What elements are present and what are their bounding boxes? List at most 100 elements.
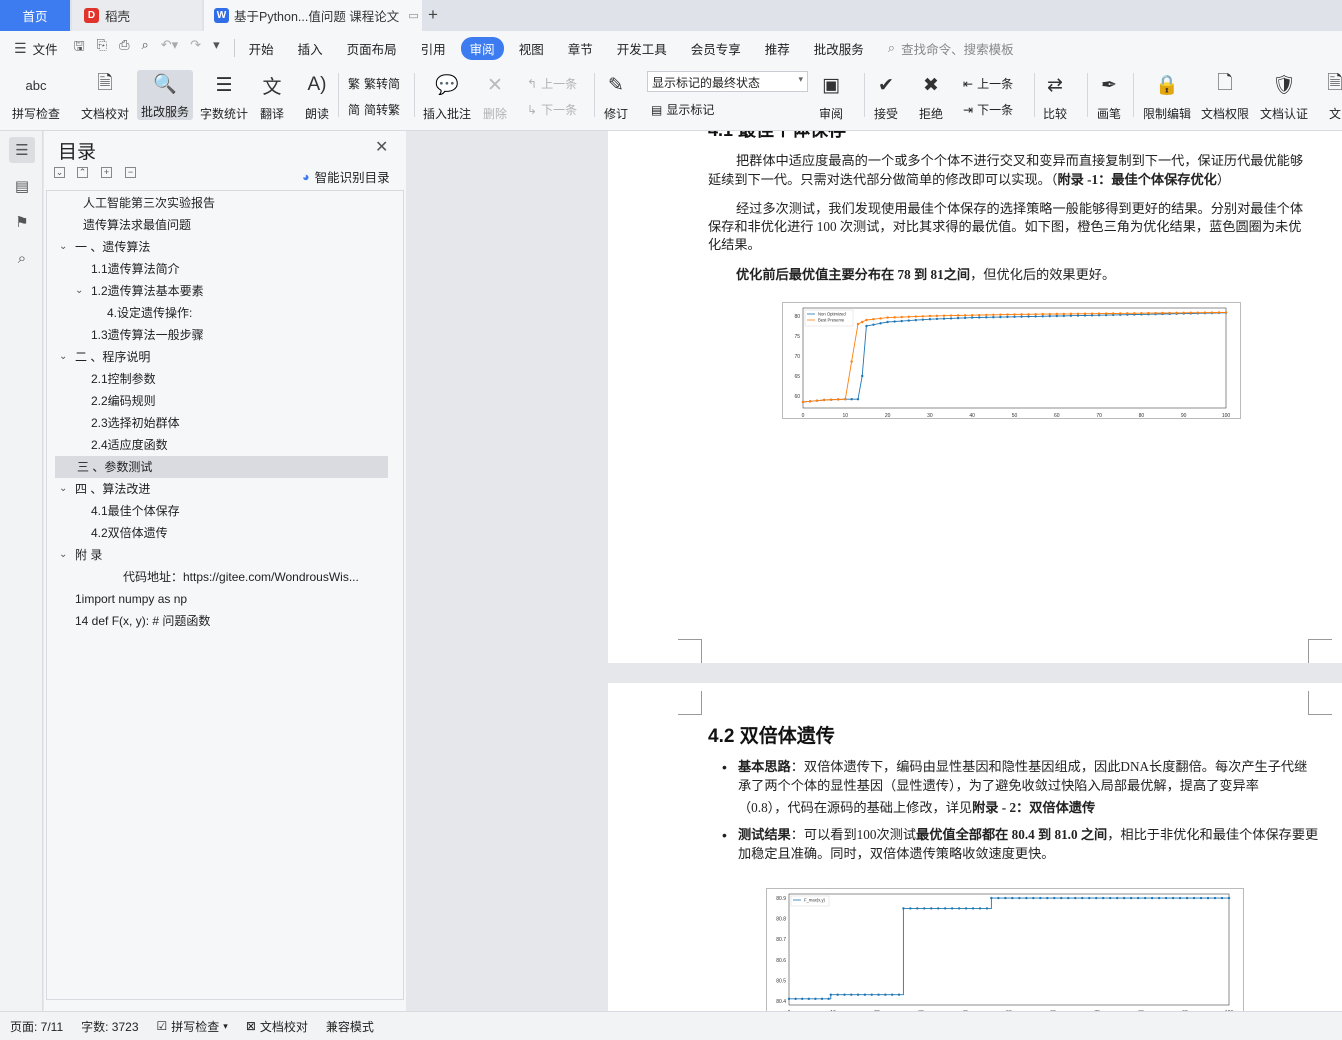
toc-item[interactable]: 代码地址：https://gitee.com/WondrousWis... (123, 566, 377, 588)
toc-item[interactable]: 4.设定遗传操作: (107, 302, 377, 324)
expand-chevron-icon[interactable]: ⌄ (59, 549, 67, 560)
toc-item[interactable]: 三 、参数测试 (55, 456, 388, 478)
collapse-all-icon[interactable]: ⌄ (54, 167, 65, 178)
tab-document[interactable]: W 基于Python...值问题 课程论文 ▭ (204, 0, 422, 31)
show-markup-button[interactable]: ▤ 显示标记 (651, 101, 714, 118)
restrict-editing-button[interactable]: 🔒 限制编辑 (1143, 71, 1191, 122)
insert-comment-button[interactable]: 💬 插入批注 (423, 71, 471, 122)
review-service-button[interactable]: 🔍 批改服务 (137, 70, 194, 120)
toc-item[interactable]: 14 def F(x, y): # 问题函数 (75, 610, 377, 632)
prev-change-button[interactable]: ⇤ 上一条 (963, 75, 1013, 92)
save-icon[interactable]: 🖫 (74, 37, 85, 59)
toc-item[interactable]: 附 录 (75, 544, 377, 566)
expand-chevron-icon[interactable]: ⌄ (59, 351, 67, 362)
expand-chevron-icon[interactable]: ⌄ (75, 285, 83, 296)
prev-comment-button[interactable]: ↰ 上一条 (527, 75, 577, 92)
track-changes-button[interactable]: ✎ 修订 (603, 71, 629, 122)
menu-insert[interactable]: 插入 (298, 39, 323, 58)
tab-home[interactable]: 首页 (0, 0, 70, 31)
expand-up-icon[interactable]: ⌃ (77, 167, 88, 178)
data-point (1189, 311, 1192, 314)
find-icon[interactable]: ⌕ (9, 245, 35, 271)
toc-item[interactable]: 1import numpy as np (75, 588, 377, 610)
undo-icon[interactable]: ↶▾ (161, 37, 178, 59)
next-comment-button[interactable]: ↳ 下一条 (527, 101, 577, 118)
doc-more-button[interactable]: 🗎 文 (1322, 71, 1342, 122)
toc-item[interactable]: 1.3遗传算法一般步骤 (91, 324, 377, 346)
toc-item[interactable]: 2.4适应度函数 (91, 434, 377, 456)
toc-item[interactable]: 1.2遗传算法基本要素 (91, 280, 377, 302)
review-pane-button[interactable]: ▣ 审阅 (818, 71, 844, 122)
toc-item[interactable]: 人工智能第三次实验报告 (83, 192, 377, 214)
menu-start[interactable]: 开始 (249, 39, 274, 58)
toc-item[interactable]: 4.1最佳个体保存 (91, 500, 377, 522)
spell-check-status[interactable]: ☑ 拼写检查 ▾ (157, 1018, 228, 1035)
menu-references[interactable]: 引用 (421, 39, 446, 58)
close-icon[interactable]: ✕ (375, 137, 388, 157)
toc-item[interactable]: 遗传算法求最值问题 (83, 214, 377, 236)
trad-to-simp-button[interactable]: 繁繁转简 (348, 75, 400, 92)
hamburger-icon[interactable]: ☰ (14, 40, 27, 57)
toc-item[interactable]: 4.2双倍体遗传 (91, 522, 377, 544)
reject-button[interactable]: ✖ 拒绝 (918, 71, 944, 122)
toc-item[interactable]: 2.1控制参数 (91, 368, 377, 390)
doc-permission-button[interactable]: 🗋 文档权限 (1201, 71, 1249, 122)
data-point (956, 316, 960, 320)
toc-item[interactable]: 四 、算法改进 (75, 478, 377, 500)
expand-chevron-icon[interactable]: ⌄ (59, 241, 67, 252)
menu-view[interactable]: 视图 (519, 39, 544, 58)
toc-item[interactable]: 二 、程序说明 (75, 346, 377, 368)
chapter-icon[interactable]: ▤ (9, 173, 35, 199)
pen-button[interactable]: ✒ 画笔 (1096, 71, 1122, 122)
print-icon[interactable]: ⎙ (119, 37, 129, 59)
tab-pin-icon[interactable]: ▭ (408, 9, 418, 22)
add-level-icon[interactable]: + (101, 167, 112, 178)
menu-review[interactable]: 审阅 (460, 36, 504, 60)
expand-chevron-icon[interactable]: ⌄ (59, 483, 67, 494)
toc-icon[interactable]: ☰ (9, 137, 35, 163)
tab-docer[interactable]: D 稻壳 (72, 0, 202, 31)
simp-to-trad-button[interactable]: 简简转繁 (348, 101, 400, 118)
next-change-button[interactable]: ⇥ 下一条 (963, 101, 1013, 118)
toc-item[interactable]: 1.1遗传算法简介 (91, 258, 377, 280)
paragraph-text: 化结果。 (708, 237, 761, 252)
delete-comment-button[interactable]: ✕ 删除 (482, 71, 508, 122)
menu-member[interactable]: 会员专享 (691, 39, 741, 58)
word-count[interactable]: 字数: 3723 (81, 1018, 138, 1035)
spell-check-button[interactable]: abc 拼写检查 (12, 71, 60, 122)
menu-file[interactable]: 文件 (33, 39, 58, 58)
bookmark-icon[interactable]: ⚑ (9, 209, 35, 235)
doc-certify-button[interactable]: 🛡 文档认证 (1260, 71, 1308, 122)
translate-button[interactable]: 文翻译 (259, 71, 285, 122)
accept-button[interactable]: ✔ 接受 (873, 71, 899, 122)
read-aloud-button[interactable]: A) 朗读 (304, 71, 330, 122)
document-canvas[interactable]: 4.1 最佳个体保存 把群体中适应度最高的一个或多个个体不进行交叉和变异而直接复… (406, 131, 1342, 1011)
compare-button[interactable]: ⇄ 比较 (1042, 71, 1068, 122)
proofread-button[interactable]: 🗎 文档校对 (81, 71, 129, 122)
page-indicator[interactable]: 页面: 7/11 (10, 1018, 63, 1035)
proofread-status[interactable]: ⊠ 文档校对 (246, 1018, 308, 1035)
data-point (1025, 896, 1028, 900)
menu-recommend[interactable]: 推荐 (765, 39, 790, 58)
paragraph-text: 基本思路：双倍体遗传下，编码由显性基因和隐性基因组成，因此DNA长度翻倍。每次产… (738, 757, 1307, 776)
redo-icon[interactable]: ↷ (190, 37, 201, 59)
word-count-button[interactable]: ☰ 字数统计 (200, 71, 248, 122)
data-point (909, 907, 912, 910)
toc-item[interactable]: 2.2编码规则 (91, 390, 377, 412)
chevron-down-icon: ▾ (798, 74, 803, 84)
toc-item[interactable]: 一 、遗传算法 (75, 236, 377, 258)
menu-review-service[interactable]: 批改服务 (814, 39, 864, 58)
smart-toc-button[interactable]: ◕ 智能识别目录 (302, 167, 390, 186)
customize-icon[interactable]: ▾ (213, 37, 220, 59)
print-preview-icon[interactable]: ⌕ (141, 37, 148, 59)
new-tab-icon[interactable]: + (428, 5, 438, 25)
data-point (985, 313, 988, 317)
remove-level-icon[interactable]: − (125, 167, 136, 178)
command-search[interactable]: 查找命令、搜索模板 (901, 39, 1014, 58)
menu-layout[interactable]: 页面布局 (347, 39, 397, 58)
toc-item[interactable]: 2.3选择初始群体 (91, 412, 377, 434)
export-icon[interactable]: ⎘ (97, 37, 107, 59)
menu-developer[interactable]: 开发工具 (617, 39, 667, 58)
menu-section[interactable]: 章节 (568, 39, 593, 58)
markup-state-select[interactable]: 显示标记的最终状态 ▾ (647, 71, 808, 92)
